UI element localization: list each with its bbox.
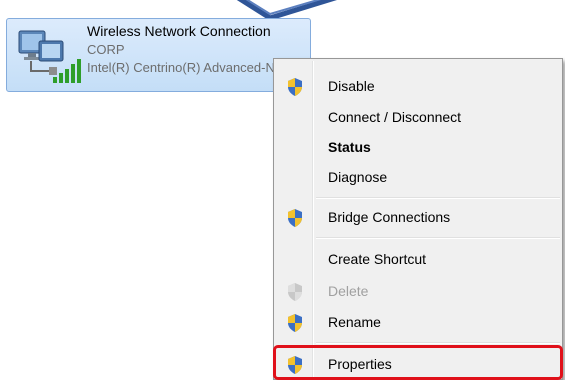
menu-item-label: Connect / Disconnect	[328, 109, 462, 125]
menu-item-label: Delete	[328, 283, 369, 299]
menu-item-label: Properties	[328, 356, 392, 372]
menu-item-label: Bridge Connections	[328, 209, 451, 225]
menu-item-rename[interactable]: Rename	[276, 309, 560, 337]
wireless-connection-item[interactable]: Wireless Network Connection CORP Intel(R…	[6, 18, 311, 92]
menu-item-bridge-connections[interactable]: Bridge Connections	[276, 204, 560, 232]
menu-item-connect-disconnect[interactable]: Connect / Disconnect	[276, 104, 560, 132]
uac-shield-icon	[288, 314, 302, 332]
menu-separator	[316, 237, 560, 239]
menu-item-status[interactable]: Status	[276, 134, 560, 162]
menu-item-disable[interactable]: Disable	[276, 73, 560, 101]
menu-item-diagnose[interactable]: Diagnose	[276, 164, 560, 192]
menu-item-label: Status	[328, 139, 371, 155]
menu-item-delete: Delete	[276, 278, 560, 306]
menu-item-label: Create Shortcut	[328, 251, 427, 267]
menu-separator	[316, 197, 560, 199]
uac-shield-icon	[288, 209, 302, 227]
connection-network-name: CORP	[87, 42, 125, 57]
menu-item-label: Rename	[328, 314, 381, 330]
menu-item-create-shortcut[interactable]: Create Shortcut	[276, 246, 560, 274]
context-menu: Disable Connect / Disconnect Status Diag…	[273, 58, 563, 380]
wireless-network-adapter-icon	[18, 30, 81, 83]
uac-shield-icon	[288, 78, 302, 96]
connection-name: Wireless Network Connection	[87, 23, 271, 39]
uac-shield-icon	[288, 356, 302, 374]
uac-shield-disabled-icon	[288, 283, 302, 301]
menu-separator	[316, 342, 560, 344]
menu-item-properties[interactable]: Properties	[276, 351, 560, 379]
connection-adapter-name: Intel(R) Centrino(R) Advanced-N 6205	[87, 60, 277, 75]
menu-item-label: Disable	[328, 78, 375, 94]
network-connections-window: Wireless Network Connection CORP Intel(R…	[0, 0, 565, 380]
menu-item-label: Diagnose	[328, 169, 388, 185]
